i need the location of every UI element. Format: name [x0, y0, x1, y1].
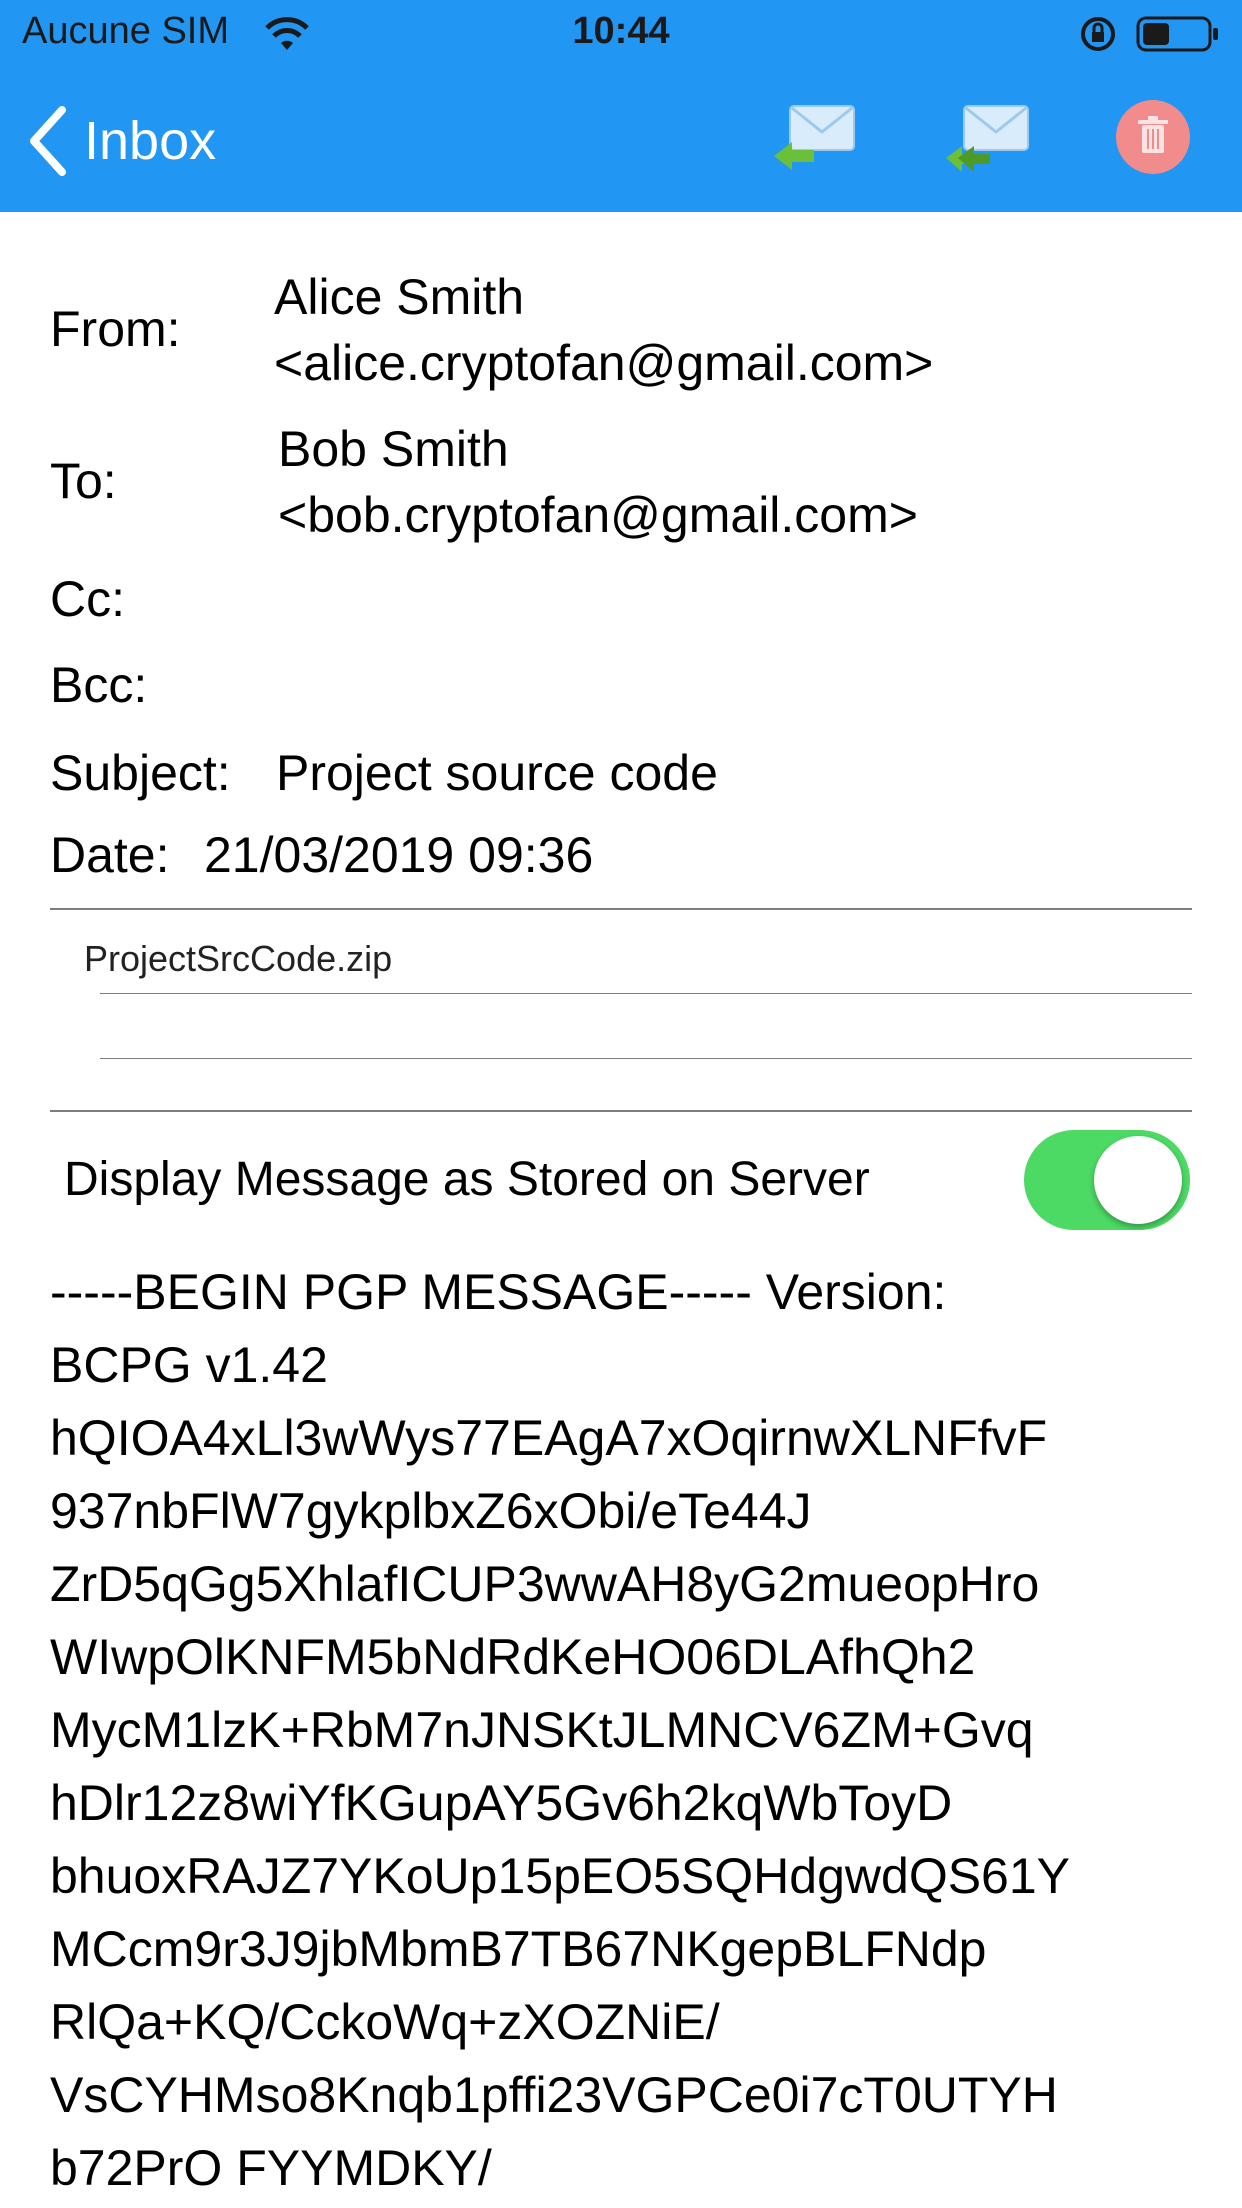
reply-icon [774, 105, 855, 170]
divider [50, 908, 1192, 910]
to-email: <bob.cryptofan@gmail.com> [278, 487, 918, 543]
reply-all-button[interactable] [944, 100, 1034, 180]
status-bar: Aucune SIM 10:44 [0, 0, 1242, 70]
divider [50, 1110, 1192, 1112]
delete-button[interactable] [1116, 100, 1190, 174]
subject-value: Project source code [276, 745, 718, 801]
from-label: From: [50, 301, 181, 357]
to-label: To: [50, 453, 117, 509]
trash-icon [1138, 116, 1168, 153]
from-name: Alice Smith [274, 269, 525, 325]
date-value: 21/03/2019 09:36 [204, 827, 594, 883]
battery-icon [1136, 16, 1218, 52]
attachment-divider [100, 1058, 1192, 1059]
reply-all-icon [946, 105, 1029, 172]
bcc-label: Bcc: [50, 657, 148, 713]
toggle-knob [1094, 1136, 1182, 1224]
to-name: Bob Smith [278, 421, 509, 477]
display-stored-toggle[interactable] [1024, 1130, 1190, 1230]
from-email: <alice.cryptofan@gmail.com> [274, 335, 934, 391]
to-value: Bob Smith <bob.cryptofan@gmail.com> [278, 416, 918, 548]
orientation-lock-icon [1081, 17, 1115, 51]
top-bar: Aucune SIM 10:44 Inbox [0, 0, 1242, 212]
back-button[interactable]: Inbox [26, 106, 216, 176]
from-value: Alice Smith <alice.cryptofan@gmail.com> [274, 264, 933, 396]
status-time: 10:44 [572, 10, 670, 52]
chevron-left-icon [30, 106, 66, 176]
message-body: -----BEGIN PGP MESSAGE----- Version: BCP… [50, 1264, 1071, 2196]
cc-label: Cc: [50, 571, 125, 627]
reply-button[interactable] [770, 100, 860, 180]
attachment-item[interactable]: ProjectSrcCode.zip [84, 938, 392, 980]
date-label: Date: [50, 827, 170, 883]
attachment-divider [100, 993, 1192, 994]
back-label: Inbox [84, 111, 217, 171]
display-stored-label: Display Message as Stored on Server [64, 1153, 870, 1206]
navigation-bar: Inbox [0, 70, 1242, 212]
subject-label: Subject: [50, 745, 231, 801]
